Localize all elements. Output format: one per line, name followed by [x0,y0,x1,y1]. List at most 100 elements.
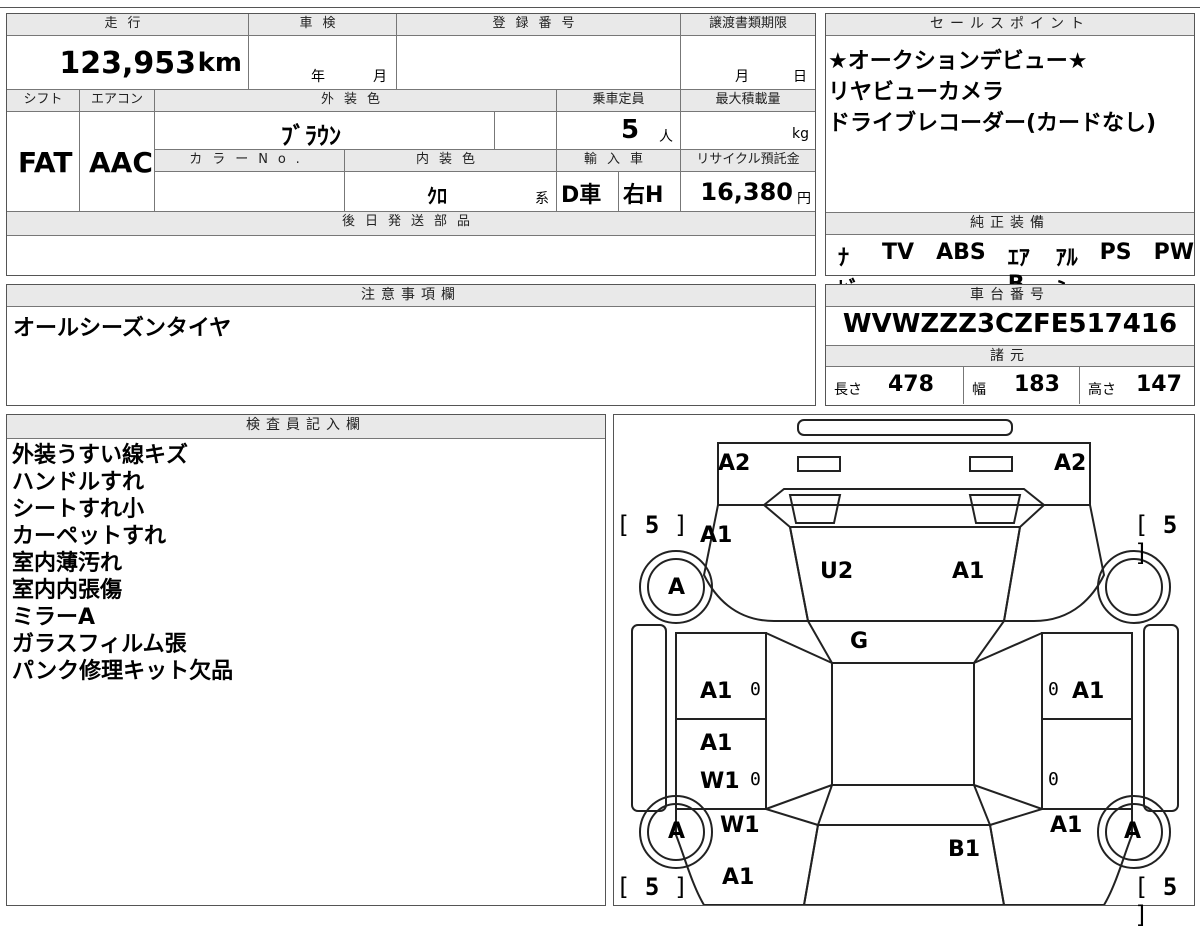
shift-label: シフト [7,90,80,112]
spec-width-label: 幅 [972,382,986,398]
inspector-line: シートすれ小 [12,497,145,522]
capacity-label: 乗車定員 [557,90,681,112]
mark-zero-fr: 0 [1048,679,1059,700]
car-diagram-outline [631,419,1179,905]
notes-label: 注意事項欄 [7,285,815,307]
tire-front-right-value: 5 [1162,511,1178,539]
aircon-value: AAC [89,146,153,179]
mark-rear-fender-l: W1 [720,813,760,838]
mark-hood-right: A1 [952,559,985,584]
inspector-line: カーペットすれ [12,524,167,549]
inspector-label: 検査員記入欄 [7,415,605,439]
sales-points-list: ★オークションデビュー★ リヤビューカメラ ドライブレコーダー(カードなし) [828,46,1156,139]
mark-trunk: B1 [948,837,981,862]
tire-rear-right-value: 5 [1162,873,1178,901]
color-no-label: カラーNo. [155,150,345,172]
interior-color-suffix: 系 [535,191,549,207]
spec-length-cell: 長さ 478 [826,367,964,404]
inspection-label: 車検 [249,14,397,36]
sales-points-label: セールスポイント [826,14,1194,36]
mark-rear-fender-r: A1 [1050,813,1083,838]
later-parts-area [7,236,815,274]
registration-label: 登録番号 [397,14,681,36]
spec-length-value: 478 [888,372,934,397]
tire-rear-left-value: 5 [644,873,660,901]
capacity-cell: 5 人 [557,112,681,150]
notes-box: 注意事項欄 オールシーズンタイヤ [6,284,816,406]
capacity-value: 5 [621,115,640,145]
mark-door-fr: A1 [1072,679,1105,704]
inspector-line: ガラスフィルム張 [12,632,187,657]
mark-zero-fl: 0 [750,679,761,700]
transfer-month: 月 [735,69,749,85]
recycle-unit: 円 [797,191,811,207]
exterior-color-value: ﾌﾞﾗｳﾝ [281,122,341,150]
aircon-cell: AAC [80,112,155,212]
color-no-cell [155,172,345,212]
mileage-unit: km [197,48,242,78]
interior-color-value: ｸﾛ [427,184,447,208]
transfer-docs-cell: 月 日 [681,36,815,90]
sales-points-box: セールスポイント ★オークションデビュー★ リヤビューカメラ ドライブレコーダー… [825,13,1195,303]
inspection-month: 月 [373,69,387,85]
aircon-label: エアコン [80,90,155,112]
sales-point-2: リヤビューカメラ [828,80,1005,105]
mark-rear-left: A1 [722,865,755,890]
transfer-docs-label: 譲渡書類期限 [681,14,815,36]
inspector-line: ハンドルすれ [12,470,145,495]
specs-label: 諸元 [826,345,1194,367]
mark-fender-left: A1 [700,523,733,548]
recycle-value: 16,380 [700,178,793,206]
mark-door-rl-1: A1 [700,731,733,756]
max-load-unit: kg [792,126,809,142]
exterior-color-cell: ﾌﾞﾗｳﾝ [155,112,495,150]
mark-door-rl-2: W1 [700,769,740,794]
tire-front-left: [ 5 ] [616,511,689,539]
chassis-number: WVWZZZ3CZFE517416 [842,309,1178,339]
notes-text: オールシーズンタイヤ [13,316,232,341]
car-diagram-box: [ 5 ] [ 5 ] [ 5 ] [ 5 ] A2 A2 A1 U2 A1 A… [613,414,1195,929]
exterior-color-extra [495,112,557,150]
sales-point-1: ★オークションデビュー★ [828,49,1088,74]
capacity-unit: 人 [659,129,673,145]
tire-rear-right: [ 5 ] [1134,873,1178,929]
shift-value: FAT [18,146,73,179]
spec-height-cell: 高さ 147 [1080,367,1194,404]
inspector-lines: 外装うすい線キズ ハンドルすれ シートすれ小 カーペットすれ 室内薄汚れ 室内内… [12,442,233,685]
registration-cell [397,36,681,90]
chassis-box: 車台番号 WVWZZZ3CZFE517416 諸元 長さ 478 幅 183 高… [825,284,1195,406]
mark-door-fl: A1 [700,679,733,704]
recycle-label: リサイクル預託金 [681,150,815,172]
vehicle-info-table: 走行 車検 登録番号 譲渡書類期限 123,953 km 年 月 月 日 シフト… [6,13,816,276]
spec-width-value: 183 [1014,372,1060,397]
mark-wheel-rl: A [668,819,686,844]
interior-color-label: 内装色 [345,150,557,172]
inspector-line: 外装うすい線キズ [12,443,189,468]
spec-height-value: 147 [1136,372,1182,397]
import-dealer: D車 [561,183,602,208]
tire-front-right: [ 5 ] [1134,511,1178,567]
mileage-label: 走行 [7,14,249,36]
mark-wheel-rr: A [1124,819,1142,844]
tire-rear-left: [ 5 ] [616,873,689,901]
spec-width-cell: 幅 183 [964,367,1080,404]
mark-zero-rl: 0 [750,769,761,790]
spec-height-label: 高さ [1088,382,1116,398]
import-handle: 右H [623,183,664,208]
mileage-cell: 123,953 km [7,36,249,90]
recycle-cell: 16,380 円 [681,172,815,212]
mark-front-left: A2 [718,451,751,476]
inspector-line: 室内薄汚れ [12,551,123,576]
later-parts-label: 後日発送部品 [7,212,815,236]
tire-front-left-value: 5 [644,511,660,539]
inspector-line: ミラーA [12,605,96,630]
inspector-line: パンク修理キット欠品 [12,659,234,684]
chassis-label: 車台番号 [826,285,1194,307]
interior-color-cell: ｸﾛ 系 [345,172,557,212]
mark-wheel-fl: A [668,575,686,600]
equipment-label: 純正装備 [826,213,1194,235]
exterior-color-label: 外装色 [155,90,557,112]
sales-point-3: ドライブレコーダー(カードなし) [828,111,1157,136]
inspection-cell: 年 月 [249,36,397,90]
shift-cell: FAT [7,112,80,212]
